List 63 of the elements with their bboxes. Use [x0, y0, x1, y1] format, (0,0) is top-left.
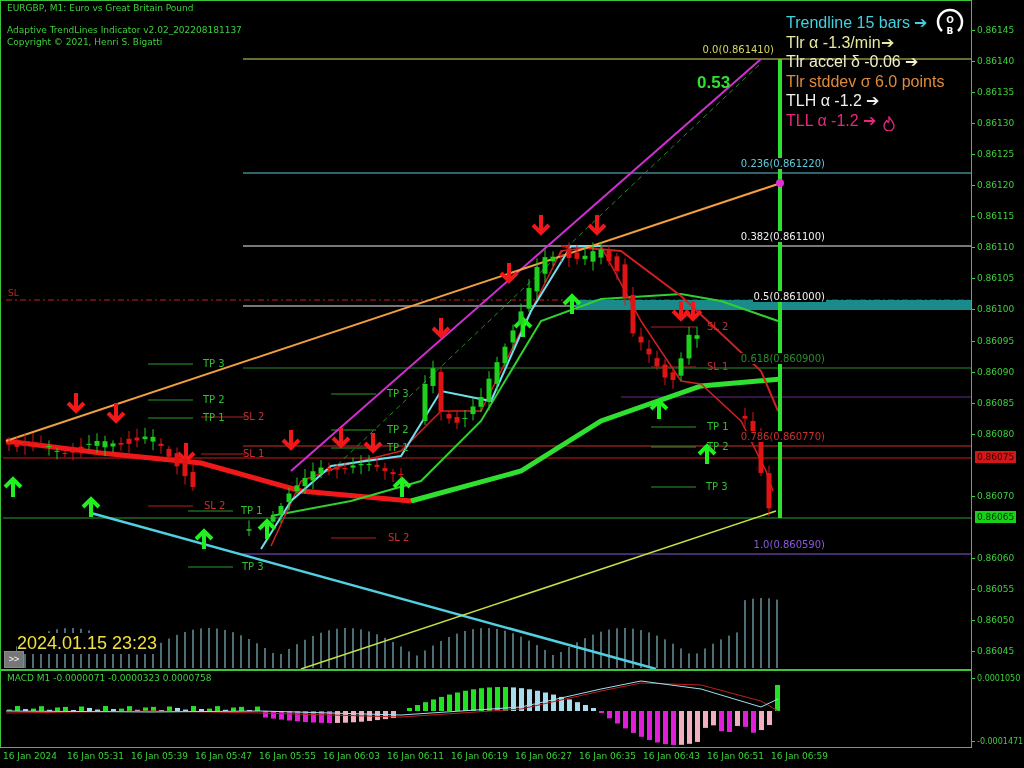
fib-level-label: 0.0(0.861410) — [701, 44, 775, 55]
level-label: SL — [8, 289, 19, 299]
time-label: 16 Jan 06:35 — [579, 752, 636, 762]
price-label: 0.86080 — [972, 428, 1015, 440]
stop-loss-label: SL 2 — [243, 411, 265, 422]
time-label: 16 Jan 05:55 — [259, 752, 316, 762]
macd-title: MACD M1 -0.0000071 -0.0000323 0.0000758 — [7, 674, 212, 684]
price-tag: 0.86065 — [975, 511, 1017, 523]
take-profit-label: TP 3 — [387, 388, 409, 399]
price-tag: 0.86075 — [975, 451, 1017, 463]
take-profit-label: TP 3 — [242, 561, 264, 572]
stop-loss-label: SL 1 — [243, 448, 265, 459]
time-label: 16 Jan 06:51 — [707, 752, 764, 762]
time-label: 16 Jan 06:27 — [515, 752, 572, 762]
time-label: 16 Jan 05:47 — [195, 752, 252, 762]
trend-info-text: Trendline 15 bars ➔ — [786, 13, 928, 33]
trend-info-text: Tlr stddev σ 6.0 points — [786, 71, 945, 91]
take-profit-label: TP 3 — [706, 481, 728, 492]
time-label: 16 Jan 06:03 — [323, 752, 380, 762]
take-profit-label: TP 1 — [387, 442, 409, 453]
time-label: 16 Jan 06:19 — [451, 752, 508, 762]
copyright-text: Copyright © 2021, Henri S. Bigatti — [7, 38, 163, 48]
fib-level-label: 0.5(0.861000) — [752, 291, 826, 302]
fib-level-label: 0.382(0.861100) — [739, 231, 826, 242]
take-profit-label: TP 3 — [203, 358, 225, 369]
time-label: 16 Jan 06:43 — [643, 752, 700, 762]
time-label: 16 Jan 05:39 — [131, 752, 188, 762]
price-label: 0.86085 — [972, 397, 1015, 409]
timestamp: 2024.01.15 23:23 — [17, 633, 158, 654]
take-profit-label: TP 1 — [203, 412, 225, 423]
ratio-value: 0.53 — [697, 73, 731, 93]
time-label: 16 Jan 06:11 — [387, 752, 444, 762]
price-label: 0.86050 — [972, 614, 1015, 626]
fib-level-label: 0.786(0.860770) — [739, 431, 826, 442]
take-profit-label: TP 1 — [241, 505, 263, 516]
take-profit-label: TP 1 — [707, 421, 729, 432]
take-profit-label: TP 2 — [387, 424, 409, 435]
trend-info-text: Tlr α -1.3/min➔ — [786, 32, 894, 52]
fib-level-label: 0.618(0.860900) — [739, 353, 826, 364]
indicator-name: Adaptive TrendLines Indicator v2.02_202208181137 — [7, 26, 242, 36]
stop-loss-label: SL 2 — [204, 500, 226, 511]
price-label: 0.86045 — [972, 646, 1015, 657]
stop-loss-label: SL 2 — [388, 532, 410, 543]
trend-info-text: Tlr accel δ -0.06 ➔ — [786, 52, 919, 72]
price-label: 0.86090 — [972, 366, 1015, 378]
chart-title: EURGBP, M1: Euro vs Great Britain Pound — [7, 4, 194, 14]
price-label: 0.86095 — [972, 335, 1015, 347]
macd-scale-label: -0.0001471 — [972, 736, 1024, 747]
scroll-button[interactable]: >> — [4, 651, 24, 668]
time-label: 16 Jan 05:31 — [67, 752, 124, 762]
take-profit-label: TP 2 — [203, 394, 225, 405]
fib-level-label: 0.236(0.861220) — [739, 158, 826, 169]
price-label: 0.86070 — [972, 490, 1015, 502]
price-label: 0.86060 — [972, 552, 1015, 564]
stop-loss-label: SL 1 — [707, 361, 729, 372]
price-label: 0.86145 — [972, 25, 1015, 36]
trend-info-text: TLH α -1.2 ➔ — [786, 91, 880, 111]
trend-info-text: TLL α -1.2 ➔ — [786, 110, 877, 130]
time-label: 16 Jan 06:59 — [771, 752, 828, 762]
macd-scale-label: 0.0001050 — [972, 673, 1021, 684]
price-label: 0.86055 — [972, 583, 1015, 595]
fib-level-label: 1.0(0.860590) — [752, 539, 826, 550]
time-label: 16 Jan 2024 — [3, 752, 57, 762]
